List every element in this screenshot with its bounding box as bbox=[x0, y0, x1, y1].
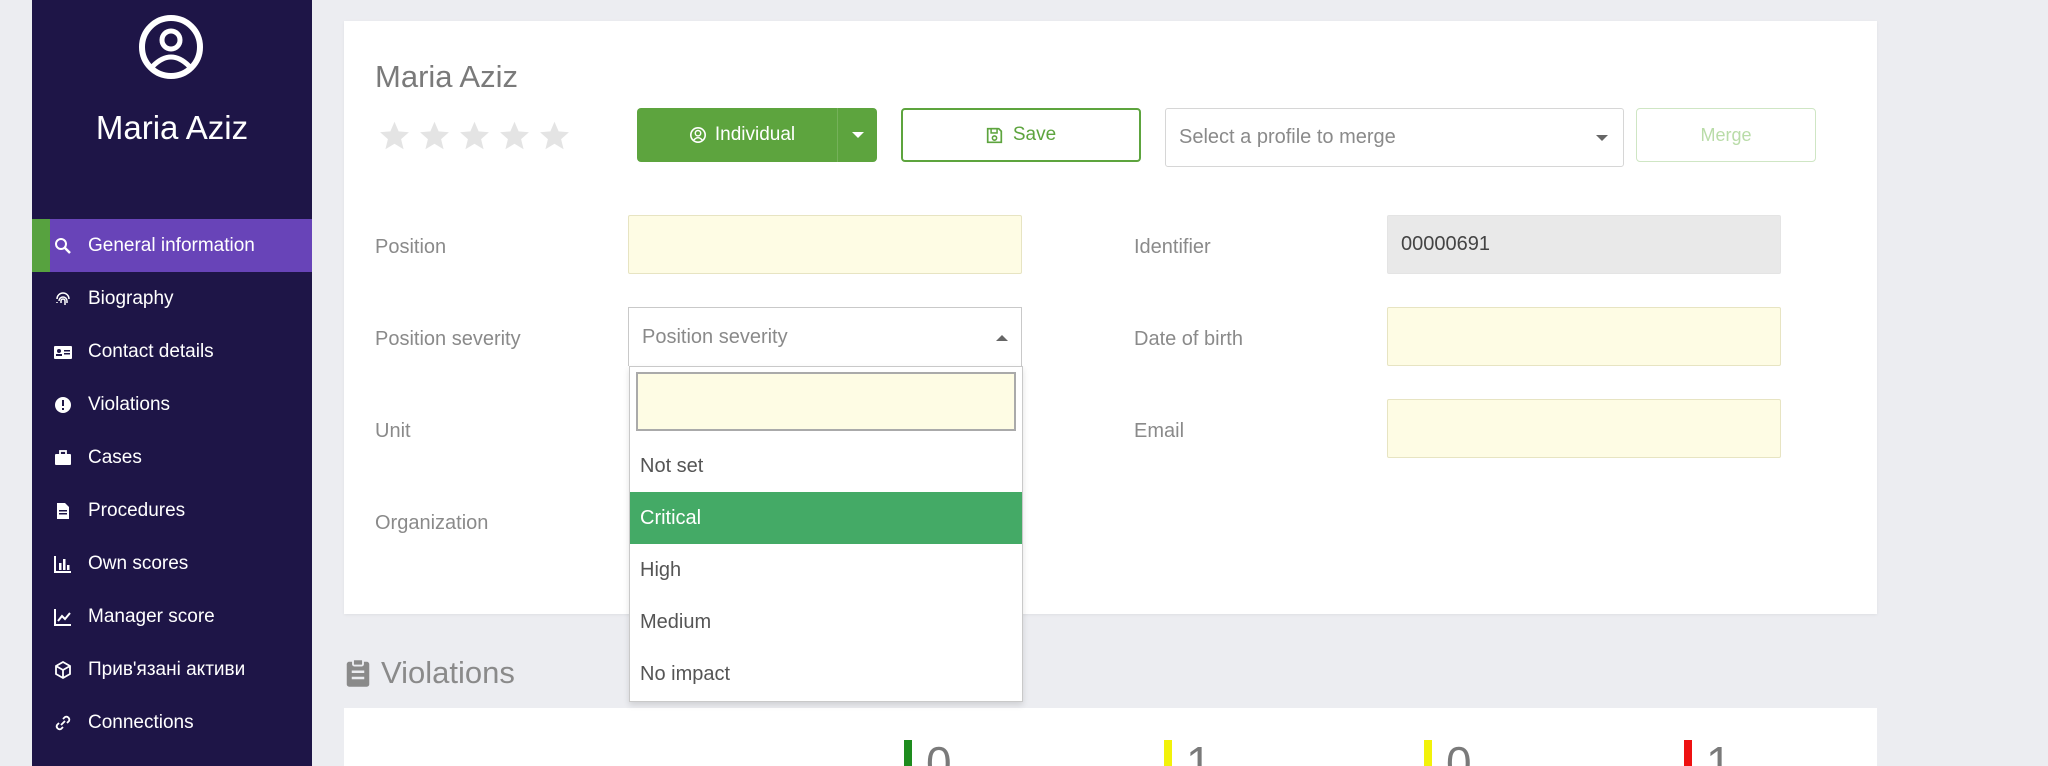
sidebar-item-label: Biography bbox=[88, 287, 174, 309]
unit-label: Unit bbox=[375, 420, 411, 442]
dropdown-search-input[interactable] bbox=[636, 372, 1016, 431]
individual-button-main[interactable]: Individual bbox=[637, 124, 837, 146]
email-label: Email bbox=[1134, 420, 1185, 442]
sidebar-item-general-information[interactable]: General information bbox=[32, 219, 312, 272]
stat-color-bar bbox=[1684, 740, 1692, 766]
document-icon bbox=[52, 500, 74, 522]
sidebar-item-violations[interactable]: Violations bbox=[32, 378, 312, 431]
position-severity-label: Position severity bbox=[375, 328, 521, 350]
line-chart-icon bbox=[52, 606, 74, 628]
identifier-field: 00000691 bbox=[1387, 215, 1781, 274]
identifier-value: 00000691 bbox=[1401, 233, 1490, 255]
stat-value: 1 bbox=[1186, 737, 1212, 766]
dropdown-option-not-set[interactable]: Not set bbox=[630, 440, 1022, 492]
floppy-disk-icon bbox=[986, 127, 1002, 143]
sidebar-item-label: Procedures bbox=[88, 499, 186, 521]
individual-button-label: Individual bbox=[714, 124, 796, 145]
position-label: Position bbox=[375, 236, 447, 258]
position-severity-select[interactable]: Position severity bbox=[628, 307, 1022, 366]
sidebar-item-label: Own scores bbox=[88, 552, 189, 574]
dropdown-option-medium[interactable]: Medium bbox=[630, 596, 1022, 648]
chevron-down-icon bbox=[1596, 135, 1608, 141]
exclamation-icon bbox=[52, 394, 74, 416]
dropdown-option-critical[interactable]: Critical bbox=[630, 492, 1022, 544]
user-name: Maria Aziz bbox=[95, 109, 249, 146]
star-icon[interactable] bbox=[538, 119, 571, 152]
sidebar-item-linked-assets[interactable]: Прив'язані активи bbox=[32, 643, 312, 696]
position-severity-dropdown: Not set Critical High Medium No impact bbox=[629, 366, 1023, 702]
organization-label: Organization bbox=[375, 512, 489, 534]
violations-stat: 0 bbox=[1424, 740, 1472, 766]
stat-color-bar bbox=[904, 740, 912, 766]
rating-stars[interactable] bbox=[378, 119, 578, 152]
date-of-birth-label: Date of birth bbox=[1134, 328, 1243, 350]
violations-section-title: Violations bbox=[345, 655, 515, 691]
star-icon[interactable] bbox=[418, 119, 451, 152]
merge-button-label: Merge bbox=[1700, 124, 1752, 145]
dropdown-option-high[interactable]: High bbox=[630, 544, 1022, 596]
sidebar-item-label: Violations bbox=[88, 393, 171, 415]
merge-profile-select[interactable]: Select a profile to merge bbox=[1165, 108, 1624, 167]
fingerprint-icon bbox=[52, 288, 74, 310]
link-icon bbox=[52, 712, 74, 734]
sidebar-item-cases[interactable]: Cases bbox=[32, 431, 312, 484]
profile-card: Maria Aziz Individual Save Select a prof… bbox=[344, 21, 1877, 614]
email-input[interactable] bbox=[1387, 399, 1781, 458]
sidebar-nav: General information Biography Contact de… bbox=[32, 219, 312, 749]
violations-stat: 1 bbox=[1684, 740, 1732, 766]
sidebar-item-own-scores[interactable]: Own scores bbox=[32, 537, 312, 590]
sidebar: Maria Aziz General information Biography… bbox=[32, 0, 312, 766]
cube-icon bbox=[52, 659, 74, 681]
violations-stat: 0 bbox=[904, 740, 952, 766]
star-icon[interactable] bbox=[458, 119, 491, 152]
user-circle-icon bbox=[689, 126, 706, 144]
chevron-down-icon[interactable] bbox=[837, 108, 877, 162]
individual-type-button[interactable]: Individual bbox=[637, 108, 877, 162]
bar-chart-icon bbox=[52, 553, 74, 575]
stat-color-bar bbox=[1164, 740, 1172, 766]
sidebar-item-label: Contact details bbox=[88, 340, 214, 362]
sidebar-item-biography[interactable]: Biography bbox=[32, 272, 312, 325]
briefcase-icon bbox=[52, 447, 74, 469]
position-severity-placeholder: Position severity bbox=[642, 325, 788, 348]
violations-title: Violations bbox=[381, 655, 515, 690]
date-of-birth-input[interactable] bbox=[1387, 307, 1781, 366]
page-title: Maria Aziz bbox=[375, 59, 518, 94]
sidebar-item-label: Manager score bbox=[88, 605, 215, 627]
dropdown-options: Not set Critical High Medium No impact bbox=[630, 440, 1022, 700]
violations-card: 0 1 0 1 bbox=[344, 708, 1877, 766]
search-user-icon bbox=[52, 235, 74, 257]
user-avatar-icon bbox=[139, 15, 203, 79]
sidebar-item-procedures[interactable]: Procedures bbox=[32, 484, 312, 537]
stat-value: 0 bbox=[1446, 737, 1472, 766]
sidebar-item-label: Cases bbox=[88, 446, 142, 468]
id-card-icon bbox=[52, 341, 74, 363]
identifier-label: Identifier bbox=[1134, 236, 1211, 258]
merge-select-placeholder: Select a profile to merge bbox=[1179, 126, 1396, 148]
stat-value: 0 bbox=[926, 737, 952, 766]
sidebar-item-connections[interactable]: Connections bbox=[32, 696, 312, 749]
save-button[interactable]: Save bbox=[901, 108, 1141, 162]
stat-color-bar bbox=[1424, 740, 1432, 766]
sidebar-item-label: Connections bbox=[88, 711, 194, 733]
merge-button[interactable]: Merge bbox=[1636, 108, 1816, 162]
star-icon[interactable] bbox=[378, 119, 411, 152]
stat-value: 1 bbox=[1706, 737, 1732, 766]
sidebar-item-label: General information bbox=[88, 234, 255, 256]
position-input[interactable] bbox=[628, 215, 1022, 274]
clipboard-icon bbox=[346, 658, 370, 687]
sidebar-item-contact-details[interactable]: Contact details bbox=[32, 325, 312, 378]
sidebar-item-label: Прив'язані активи bbox=[88, 658, 246, 680]
chevron-up-icon bbox=[996, 335, 1008, 341]
star-icon[interactable] bbox=[498, 119, 531, 152]
save-button-label: Save bbox=[1012, 124, 1057, 145]
sidebar-item-manager-score[interactable]: Manager score bbox=[32, 590, 312, 643]
dropdown-option-no-impact[interactable]: No impact bbox=[630, 648, 1022, 700]
violations-stat: 1 bbox=[1164, 740, 1212, 766]
